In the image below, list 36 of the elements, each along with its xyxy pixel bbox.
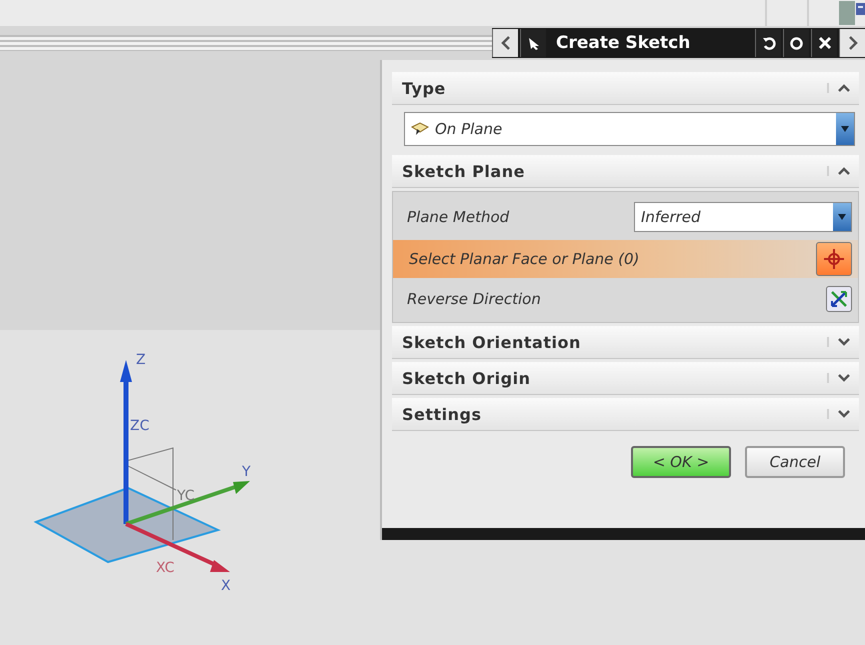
window-icon[interactable] — [839, 1, 865, 25]
section-title: Type — [402, 78, 446, 98]
dialog-title: Create Sketch — [555, 33, 692, 53]
expand-icon[interactable] — [827, 337, 851, 347]
selection-label: Select Planar Face or Plane (0) — [408, 250, 640, 268]
sketch-plane-icon — [411, 121, 429, 137]
ok-button[interactable]: < OK > — [631, 446, 731, 478]
plane-method-dropdown[interactable]: Inferred — [634, 202, 852, 232]
expand-icon[interactable] — [827, 409, 851, 419]
toolbar-separator — [765, 0, 809, 26]
section-header[interactable]: Sketch Orientation — [392, 326, 859, 359]
section-header[interactable]: Settings — [392, 398, 859, 431]
section-title: Sketch Plane — [402, 162, 525, 180]
coordinate-triad-drawing: Z ZC YC Y XC X — [28, 340, 258, 590]
section-header[interactable]: Type — [392, 72, 859, 105]
collapse-icon[interactable] — [827, 166, 851, 176]
close-icon[interactable] — [811, 29, 837, 57]
collapse-icon[interactable] — [827, 83, 851, 93]
expand-icon[interactable] — [827, 373, 851, 383]
pointer-icon[interactable] — [520, 29, 546, 57]
dropdown-value: Inferred — [641, 208, 702, 226]
field-label: Plane Method — [406, 208, 510, 226]
reset-icon[interactable] — [755, 29, 781, 57]
section-title: Sketch Orientation — [402, 332, 581, 352]
field-label: Reverse Direction — [406, 290, 541, 308]
cancel-button[interactable]: Cancel — [745, 446, 845, 478]
section-title: Sketch Origin — [402, 368, 530, 388]
section-header[interactable]: Sketch Plane — [392, 155, 859, 188]
settings-icon[interactable] — [783, 29, 809, 57]
crosshair-icon[interactable] — [816, 242, 852, 276]
reverse-direction-icon[interactable] — [826, 286, 852, 312]
section-title: Settings — [402, 404, 482, 424]
selection-step[interactable]: Select Planar Face or Plane (0) — [393, 240, 858, 278]
dropdown-value: On Plane — [435, 120, 504, 138]
section-header[interactable]: Sketch Origin — [392, 362, 859, 395]
type-dropdown[interactable]: On Plane — [404, 112, 855, 146]
